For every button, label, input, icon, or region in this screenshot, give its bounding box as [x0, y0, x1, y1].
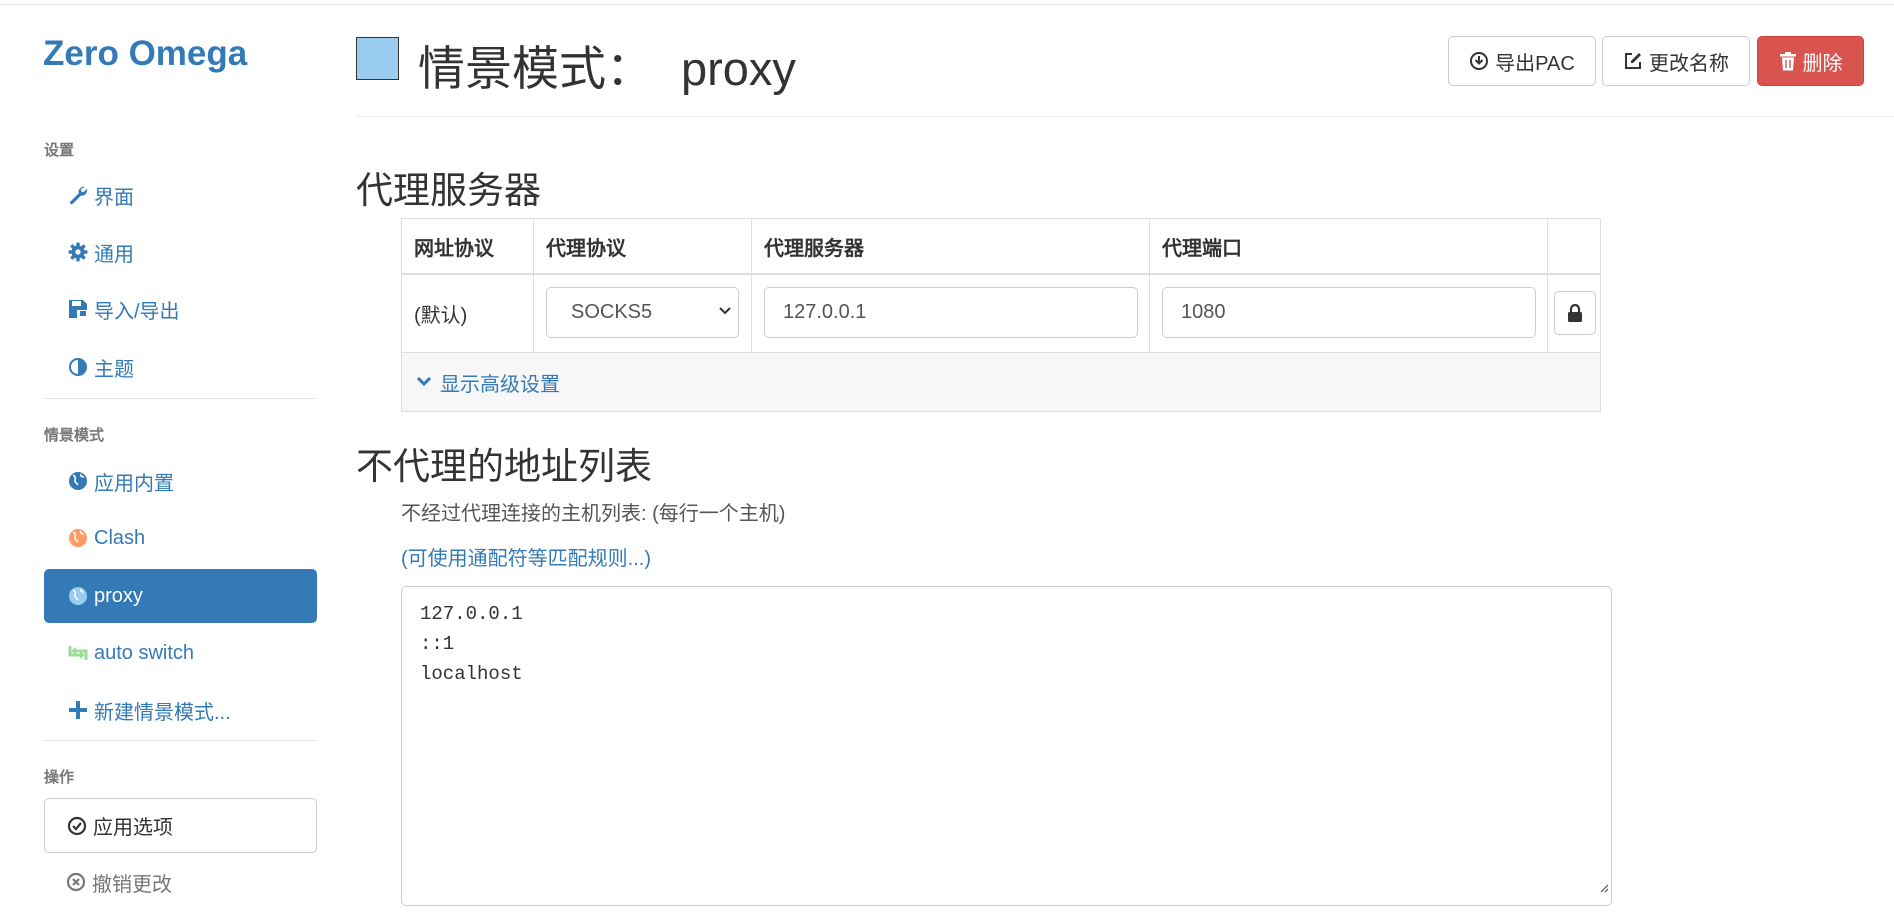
- gear-icon: [66, 242, 90, 262]
- chevron-down-icon: [718, 306, 732, 316]
- top-border: [0, 0, 1894, 5]
- bypass-help-text: 不经过代理连接的主机列表: (每行一个主机): [401, 503, 786, 525]
- scheme-cell: (默认): [402, 275, 534, 352]
- apply-options-label: 应用选项: [93, 817, 173, 839]
- profile-color-swatch[interactable]: [356, 37, 399, 80]
- sidebar-item-builtin[interactable]: 应用内置: [44, 454, 317, 508]
- sidebar-divider: [44, 740, 317, 741]
- globe-icon: [66, 586, 90, 606]
- table-header-row: 网址协议 代理协议 代理服务器 代理端口: [402, 219, 1600, 275]
- port-cell: 1080: [1150, 275, 1548, 352]
- rename-button[interactable]: 更改名称: [1602, 36, 1750, 86]
- sidebar-item-proxy[interactable]: proxy: [44, 569, 317, 623]
- profiles-section-header: 情景模式: [44, 427, 105, 444]
- column-header-server: 代理服务器: [752, 219, 1150, 273]
- sidebar-item-general[interactable]: 通用: [44, 225, 317, 279]
- floppy-disk-icon: [66, 299, 90, 319]
- table-row: (默认) SOCKS5 127.0.0.1 1080: [402, 275, 1600, 353]
- page-title: 情景模式： proxy: [418, 30, 796, 99]
- rename-label: 更改名称: [1649, 52, 1729, 75]
- bypass-list-heading: 不代理的地址列表: [356, 446, 652, 487]
- profile-name: proxy: [681, 42, 796, 95]
- sidebar-item-interface[interactable]: 界面: [44, 168, 317, 222]
- close-circle-icon: [66, 872, 86, 892]
- switch-arrows-icon: [66, 644, 90, 662]
- sidebar-divider: [44, 398, 317, 399]
- apply-options-button[interactable]: 应用选项: [44, 798, 317, 853]
- sidebar-item-import-export[interactable]: 导入/导出: [44, 282, 317, 336]
- show-advanced-toggle[interactable]: 显示高级设置: [402, 353, 1600, 411]
- sidebar-item-label: 新建情景模式...: [94, 701, 231, 724]
- contrast-icon: [66, 357, 90, 377]
- column-header-protocol: 代理协议: [534, 219, 752, 273]
- actions-section-header: 操作: [44, 769, 75, 786]
- proxy-protocol-select[interactable]: SOCKS5: [546, 287, 739, 338]
- undo-changes-label: 撤销更改: [92, 873, 172, 896]
- show-advanced-label: 显示高级设置: [440, 373, 560, 396]
- sidebar-item-label: proxy: [94, 584, 143, 607]
- edit-icon: [1623, 51, 1649, 71]
- server-cell: 127.0.0.1: [752, 275, 1150, 352]
- lock-icon: [1567, 304, 1583, 322]
- globe-icon: [66, 528, 90, 548]
- wildcard-rules-link[interactable]: (可使用通配符等匹配规则...): [401, 542, 651, 571]
- sidebar-item-new-profile[interactable]: 新建情景模式...: [44, 683, 317, 737]
- chevron-down-icon: [416, 376, 432, 388]
- trash-icon: [1779, 51, 1803, 71]
- sidebar-item-label: 通用: [94, 243, 134, 266]
- bypass-list-content: 127.0.0.1 ::1 localhost: [420, 603, 523, 685]
- sidebar-item-label: auto switch: [94, 641, 195, 664]
- auth-lock-button[interactable]: [1554, 291, 1596, 335]
- delete-button[interactable]: 删除: [1757, 36, 1864, 86]
- protocol-cell: SOCKS5: [534, 275, 752, 352]
- brand-logo[interactable]: Zero Omega: [43, 34, 247, 74]
- column-header-scheme: 网址协议: [402, 219, 534, 273]
- sidebar-item-label: 导入/导出: [94, 300, 180, 323]
- column-header-port: 代理端口: [1150, 219, 1548, 273]
- proxy-server-heading: 代理服务器: [356, 170, 541, 211]
- sidebar-item-label: 主题: [94, 358, 134, 381]
- sidebar-item-clash[interactable]: Clash: [44, 511, 317, 565]
- sidebar-item-theme[interactable]: 主题: [44, 340, 317, 394]
- sidebar-item-label: 界面: [94, 186, 134, 209]
- sidebar-item-auto-switch[interactable]: auto switch: [44, 626, 317, 680]
- proxy-server-input[interactable]: 127.0.0.1: [764, 287, 1138, 338]
- export-pac-label: 导出PAC: [1495, 52, 1575, 75]
- page-title-prefix: 情景模式：: [418, 42, 653, 95]
- sidebar-item-label: 应用内置: [94, 472, 174, 495]
- delete-label: 删除: [1802, 52, 1843, 75]
- settings-section-header: 设置: [44, 142, 75, 159]
- check-circle-icon: [67, 816, 87, 836]
- export-pac-button[interactable]: 导出PAC: [1448, 36, 1596, 86]
- proxy-protocol-value: SOCKS5: [571, 301, 653, 323]
- proxy-port-input[interactable]: 1080: [1162, 287, 1536, 338]
- header-divider: [356, 116, 1894, 117]
- bypass-list-textarea[interactable]: 127.0.0.1 ::1 localhost: [401, 586, 1612, 906]
- globe-icon: [66, 471, 90, 491]
- proxy-server-table: 网址协议 代理协议 代理服务器 代理端口 (默认) SOCKS5 127.0.0…: [401, 218, 1601, 412]
- plus-icon: [66, 701, 90, 719]
- resize-grip-icon[interactable]: [1597, 873, 1609, 903]
- wrench-icon: [66, 185, 90, 205]
- download-icon: [1469, 51, 1495, 71]
- sidebar-item-label: Clash: [94, 526, 146, 549]
- undo-changes-button[interactable]: 撤销更改: [44, 856, 317, 908]
